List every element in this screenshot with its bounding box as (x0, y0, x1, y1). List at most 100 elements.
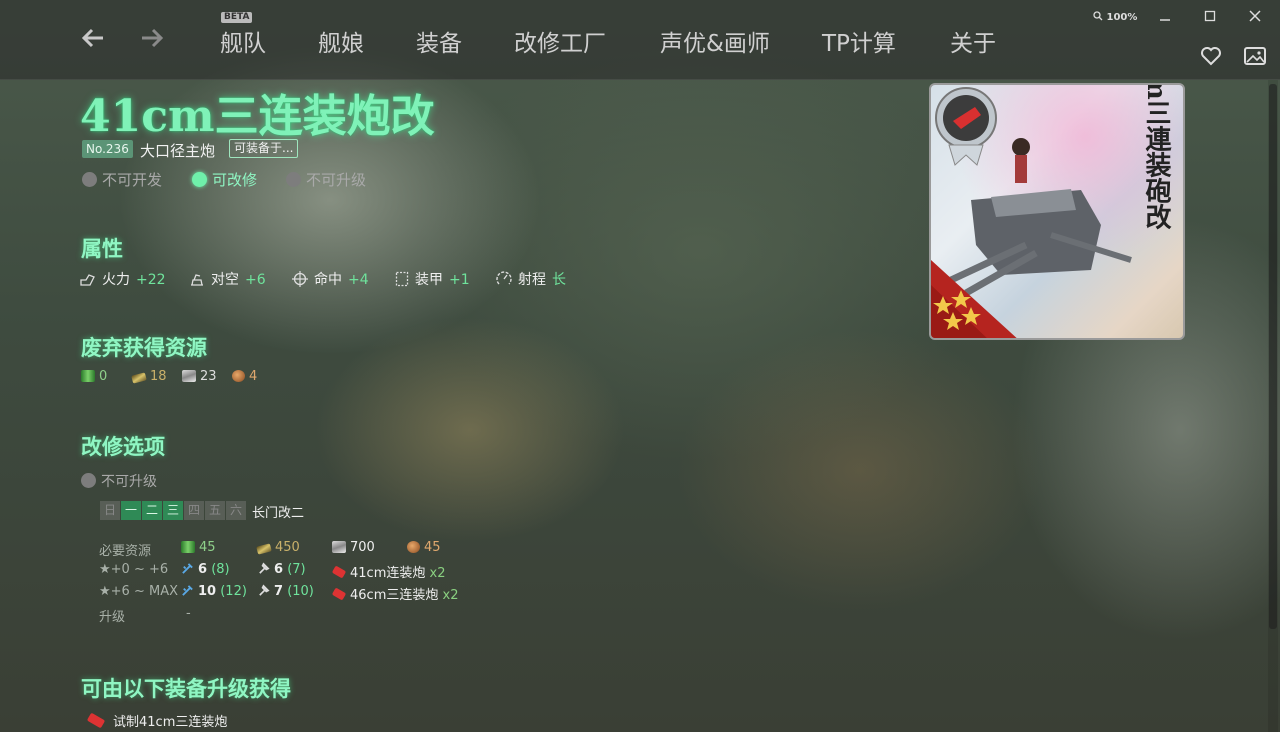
improvement-material-icon (259, 584, 270, 596)
status-dot (82, 172, 97, 187)
zoom-level: 100% (1106, 12, 1138, 23)
nav-item-tp-calc[interactable]: TP计算 (822, 24, 896, 58)
nav-item-about[interactable]: 关于 (950, 24, 996, 58)
main-gun-icon (331, 565, 347, 579)
fuel-icon (181, 541, 195, 553)
resource-value: 23 (200, 369, 217, 384)
stage-dev-material: 10 (12) (181, 584, 247, 599)
development-material-icon (182, 563, 193, 574)
dev-material-count: 6 (198, 562, 208, 577)
resource-value: 450 (275, 540, 300, 555)
main-gun-icon (86, 712, 106, 729)
dev-material-sure-count: (12) (220, 584, 247, 599)
maximize-icon (1204, 10, 1216, 22)
ammo-icon (256, 543, 272, 555)
required-bauxite: 45 (407, 540, 441, 555)
equippable-ships-button[interactable]: 可装备于... (229, 139, 299, 158)
resource-value: 18 (150, 369, 167, 384)
stage-label: ★+0 ~ +6 (99, 562, 169, 577)
improvement-material-icon (259, 562, 270, 574)
screw-count: 7 (274, 584, 284, 599)
zoom-indicator[interactable]: 100% (1093, 11, 1137, 23)
required-fuel: 45 (181, 540, 216, 555)
upgrade-from-item[interactable]: 试制41cm三连装炮 (86, 711, 228, 730)
upgrade-value: - (186, 606, 191, 621)
consumed-count: x2 (442, 588, 459, 603)
attributes-heading: 属性 (81, 236, 123, 261)
resource-value: 4 (249, 369, 258, 384)
equipment-card-image: 41cm三連装砲改 (929, 83, 1185, 340)
day-tue: 二 (142, 501, 162, 520)
status-not-developable: 不可开发 (82, 169, 162, 190)
resource-value: 700 (350, 540, 375, 555)
accuracy-icon (292, 271, 308, 287)
consumed-count: x2 (429, 566, 446, 581)
day-sun: 日 (100, 501, 120, 520)
forward-button[interactable] (137, 24, 167, 54)
stat-armor: 装甲 +1 (395, 269, 470, 289)
armor-icon (395, 271, 409, 287)
nav-item-voice-artists[interactable]: 声优&画师 (660, 24, 770, 58)
screw-sure-count: (10) (287, 584, 314, 599)
stat-value: +6 (245, 272, 266, 288)
beta-badge: BETA (221, 12, 253, 23)
screw-sure-count: (7) (287, 562, 306, 577)
maximize-button[interactable] (1200, 8, 1220, 28)
zoom-icon (1093, 11, 1103, 21)
stage-dev-material: 6 (8) (181, 562, 230, 577)
consumed-equipment-name[interactable]: 41cm连装炮 (350, 566, 425, 581)
equipment-type: 大口径主炮 (140, 142, 216, 160)
status-improvable: 可改修 (192, 169, 257, 190)
stat-label: 装甲 (415, 272, 443, 288)
upgrade-from-name: 试制41cm三连装炮 (113, 715, 228, 730)
status-label: 不可开发 (102, 171, 163, 189)
stat-value: +1 (449, 272, 470, 288)
arrow-right-icon (142, 28, 164, 48)
status-dot (192, 172, 207, 187)
nav-item-equipment[interactable]: 装备 (416, 24, 462, 58)
steel-icon (182, 370, 196, 382)
status-label: 可改修 (212, 171, 258, 189)
stat-accuracy: 命中 +4 (292, 269, 369, 289)
favorite-button[interactable] (1199, 44, 1223, 68)
nav-item-arsenal[interactable]: 改修工厂 (514, 24, 606, 58)
stage-screw: 7 (10) (257, 584, 314, 599)
stat-value: +4 (348, 272, 369, 288)
bauxite-icon (232, 370, 245, 382)
dev-material-count: 10 (198, 584, 217, 599)
stage-screw: 6 (7) (257, 562, 306, 577)
resource-value: 45 (199, 540, 216, 555)
range-icon (496, 271, 512, 285)
heart-icon (1201, 47, 1221, 66)
stage-label: ★+6 ~ MAX (99, 584, 178, 599)
equipment-number-badge: No.236 (82, 140, 133, 158)
stat-value: 长 (552, 272, 566, 288)
day-wed: 三 (163, 501, 183, 520)
minimize-button[interactable] (1155, 8, 1175, 28)
screenshot-button[interactable] (1243, 44, 1267, 68)
image-icon (1244, 47, 1266, 65)
close-button[interactable] (1245, 8, 1265, 28)
improvement-upgrade-status: 不可升级 (81, 471, 157, 491)
secretary-ship-link[interactable]: 长门改二 (252, 502, 304, 521)
nav-item-fleet[interactable]: 舰队 (220, 24, 266, 58)
dev-material-sure-count: (8) (211, 562, 230, 577)
upgrade-from-heading: 可由以下装备升级获得 (81, 676, 291, 701)
consumed-equipment-name[interactable]: 46cm三连装炮 (350, 588, 438, 603)
stat-range: 射程长 (496, 269, 566, 289)
back-button[interactable] (78, 24, 108, 54)
scrap-heading: 废弃获得资源 (81, 335, 207, 360)
required-resources-label: 必要资源 (99, 544, 152, 559)
nav-item-ships[interactable]: 舰娘 (318, 24, 364, 58)
scrollbar-thumb[interactable] (1269, 84, 1277, 629)
card-artwork: 41cm三連装砲改 (931, 85, 1183, 338)
arrow-left-icon (81, 28, 103, 48)
day-mon: 一 (121, 501, 141, 520)
improvement-days: 日 一 二 三 四 五 六 (100, 501, 246, 520)
scrap-steel: 23 (182, 369, 217, 384)
top-navigation-bar (0, 0, 1280, 80)
status-dot (286, 172, 301, 187)
ammo-icon (131, 372, 147, 384)
stat-anti-air: 对空 +6 (189, 269, 266, 289)
stat-firepower: 火力 +22 (80, 269, 166, 289)
